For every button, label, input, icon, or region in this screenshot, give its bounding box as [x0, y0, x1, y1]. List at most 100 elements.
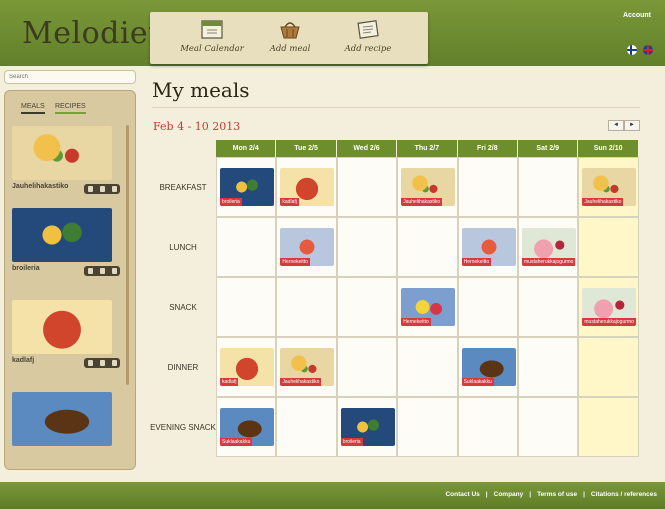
tab-meals[interactable]: MEALS [21, 103, 45, 114]
calendar-cell[interactable]: Hernekeitto [276, 217, 337, 277]
meal-image[interactable]: mustaherukkajogurmo [522, 228, 576, 266]
footer-link[interactable]: Citations / references [591, 491, 657, 498]
calendar-icon [201, 20, 223, 39]
calendar-cell[interactable] [518, 337, 579, 397]
meal-thumbnail[interactable] [12, 392, 112, 446]
day-header: Tue 2/5 [276, 140, 337, 157]
calendar-cell[interactable] [336, 277, 398, 337]
calendar-cell[interactable] [457, 157, 518, 217]
document-icon[interactable] [87, 360, 93, 366]
settings-icon[interactable] [99, 360, 105, 366]
sidebar-meal-item[interactable]: kadlafj [12, 300, 120, 368]
trash-icon[interactable] [111, 186, 117, 192]
calendar-cell[interactable]: Jauhelihakastiko [578, 157, 639, 217]
day-header: Wed 2/6 [336, 140, 398, 157]
meal-image[interactable]: mustaherukkajogurmo [582, 288, 637, 326]
nav-meal-calendar[interactable]: Meal Calendar [172, 18, 252, 64]
settings-icon[interactable] [99, 186, 105, 192]
meal-tools [84, 184, 120, 194]
meal-label: Jauhelihakastiko [582, 198, 624, 206]
uk-flag-icon[interactable] [643, 45, 653, 55]
meal-image[interactable]: broileria [340, 408, 395, 446]
meal-tools [84, 358, 120, 368]
meal-thumbnail[interactable] [12, 126, 112, 180]
calendar-cell[interactable] [397, 217, 458, 277]
prev-week-button[interactable]: ◄ [608, 120, 624, 131]
meal-thumbnail[interactable] [12, 208, 112, 262]
calendar-cell[interactable] [216, 217, 277, 277]
meal-calendar-grid: Mon 2/4 Tue 2/5 Wed 2/6 Thu 2/7 Fri 2/8 Sat 2… [216, 140, 639, 458]
calendar-cell[interactable]: Suklaakakku [216, 397, 277, 457]
search-input[interactable] [4, 70, 136, 84]
footer-link[interactable]: Terms of use [537, 491, 577, 498]
document-icon[interactable] [87, 268, 93, 274]
document-icon[interactable] [87, 186, 93, 192]
meal-image[interactable]: Hernekeitto [401, 288, 456, 326]
calendar-cell[interactable] [336, 157, 398, 217]
meal-image[interactable]: Jauhelihakastiko [280, 348, 335, 386]
meal-image[interactable]: kadlafj [280, 168, 335, 206]
calendar-cell[interactable] [518, 397, 579, 457]
footer-link[interactable]: Contact Us [445, 491, 479, 498]
account-link[interactable]: Account [623, 12, 651, 19]
calendar-cell[interactable]: Jauhelihakastiko [397, 157, 458, 217]
calendar-cell[interactable] [578, 217, 639, 277]
row-label: BREAKFAST [159, 183, 207, 192]
calendar-cell[interactable] [518, 277, 579, 337]
calendar-cell[interactable]: kadlafj [276, 157, 337, 217]
calendar-cell[interactable] [216, 277, 277, 337]
calendar-cell[interactable]: kadlafj [216, 337, 277, 397]
trash-icon[interactable] [111, 360, 117, 366]
nav-label: Add meal [269, 44, 311, 54]
calendar-cell[interactable] [397, 397, 458, 457]
sidebar-scrollbar[interactable] [126, 125, 129, 385]
logo[interactable]: Melodiet [22, 16, 161, 51]
calendar-cell[interactable]: Hernekeitto [457, 217, 518, 277]
settings-icon[interactable] [99, 268, 105, 274]
calendar-cell[interactable] [578, 397, 639, 457]
calendar-cell[interactable]: Jauhelihakastiko [276, 337, 337, 397]
next-week-button[interactable]: ► [624, 120, 640, 131]
tab-recipes[interactable]: RECIPES [55, 103, 86, 114]
calendar-cell[interactable]: broileria [336, 397, 398, 457]
calendar-cell[interactable] [397, 337, 458, 397]
calendar-cell[interactable] [276, 397, 337, 457]
nav-add-recipe[interactable]: Add recipe [328, 18, 408, 64]
calendar-cell[interactable] [578, 337, 639, 397]
calendar-cell[interactable] [457, 277, 518, 337]
page-title: My meals [152, 78, 250, 102]
nav-add-meal[interactable]: Add meal [250, 18, 330, 64]
calendar-cell[interactable]: mustaherukkajogurmo [518, 217, 579, 277]
sidebar-meal-item[interactable]: broileria [12, 208, 120, 276]
calendar-cell[interactable]: broileria [216, 157, 277, 217]
calendar-cell[interactable] [457, 397, 518, 457]
nav-label: Meal Calendar [180, 44, 244, 54]
separator: | [485, 491, 488, 498]
calendar-cell[interactable]: mustaherukkajogurmo [578, 277, 639, 337]
meal-label: broileria [340, 438, 363, 446]
sidebar-meal-item[interactable]: Jauhelihakastiko [12, 126, 120, 194]
meal-image[interactable]: Suklaakakku [461, 348, 516, 386]
meal-image[interactable]: Suklaakakku [220, 408, 274, 446]
meal-image[interactable]: kadlafj [220, 348, 274, 386]
calendar-cell[interactable]: Hernekeitto [397, 277, 458, 337]
calendar-cell[interactable] [336, 337, 398, 397]
meal-tools [84, 266, 120, 276]
calendar-cell[interactable] [276, 277, 337, 337]
meal-label: kadlafj [280, 198, 299, 206]
calendar-cell[interactable] [336, 217, 398, 277]
meal-image[interactable]: Jauhelihakastiko [582, 168, 637, 206]
calendar-cell[interactable] [518, 157, 579, 217]
meal-image[interactable]: Jauhelihakastiko [401, 168, 456, 206]
meal-image[interactable]: broileria [220, 168, 274, 206]
recipe-icon [357, 20, 379, 39]
sidebar-meal-item[interactable] [12, 392, 112, 449]
calendar-cell[interactable]: Suklaakakku [457, 337, 518, 397]
meal-image[interactable]: Hernekeitto [280, 228, 335, 266]
trash-icon[interactable] [111, 268, 117, 274]
meal-thumbnail[interactable] [12, 300, 112, 354]
footer-link[interactable]: Company [494, 491, 524, 498]
finnish-flag-icon[interactable] [627, 45, 637, 55]
nav-label: Add recipe [344, 44, 392, 54]
meal-image[interactable]: Hernekeitto [461, 228, 516, 266]
